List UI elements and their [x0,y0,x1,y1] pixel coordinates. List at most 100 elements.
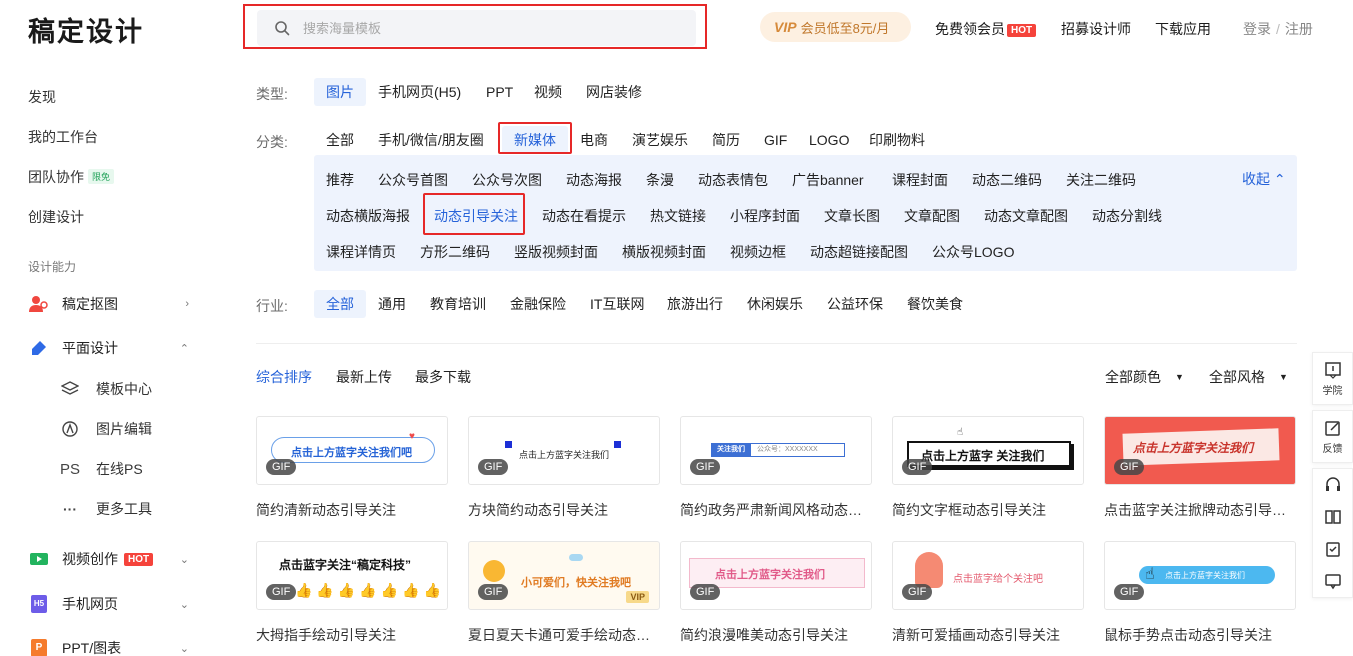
guide-book-button[interactable] [1313,501,1352,533]
feedback-button[interactable]: 反馈 [1312,410,1353,463]
message-button[interactable] [1313,565,1352,597]
type-chip-h5[interactable]: 手机网页(H5) [366,78,473,106]
template-card[interactable]: 点击上方蓝字关注我们吧 ♥ GIF 简约清新动态引导关注 [256,416,448,520]
sub-video-frame[interactable]: 视频边框 [730,242,786,262]
sub-square-qr[interactable]: 方形二维码 [420,242,490,262]
template-title[interactable]: 简约浪漫唯美动态引导关注 [680,625,872,645]
cat-chip-all[interactable]: 全部 [314,126,366,154]
template-card[interactable]: 关注我们 公众号：XXXXXXX GIF 简约政务严肃新闻风格动态引导关注 [680,416,872,520]
template-card[interactable]: 点击蓝字关注“稿定科技” 👍👍👍👍👍👍👍 GIF 大拇指手绘动引导关注 [256,541,448,645]
template-title[interactable]: 大拇指手绘动引导关注 [256,625,448,645]
template-card[interactable]: 点击上方蓝字关注我们 GIF 点击蓝字关注掀牌动态引导关注 [1104,416,1296,520]
sub-official-logo[interactable]: 公众号LOGO [932,242,1014,262]
template-thumbnail[interactable]: 关注我们 公众号：XXXXXXX GIF [680,416,872,485]
sidebar-item-create[interactable]: 创建设计 [28,207,84,227]
type-chip-ppt[interactable]: PPT [474,78,525,106]
industry-chip-it[interactable]: IT互联网 [578,290,656,318]
sub-official-cover[interactable]: 公众号首图 [378,170,448,190]
sub-dynamic-qr[interactable]: 动态二维码 [972,170,1042,190]
sub-article-image[interactable]: 文章配图 [904,206,960,226]
sub-course-detail[interactable]: 课程详情页 [326,242,396,262]
vip-promo-button[interactable]: VIP 会员低至8元/月 [760,12,911,42]
sub-horizontal-video-cover[interactable]: 横版视频封面 [622,242,706,262]
template-title[interactable]: 清新可爱插画动态引导关注 [892,625,1084,645]
color-dropdown[interactable]: 全部颜色 ▼ [1105,367,1184,387]
sub-dynamic-emoji[interactable]: 动态表情包 [698,170,768,190]
template-title[interactable]: 方块简约动态引导关注 [468,500,660,520]
sub-dynamic-poster[interactable]: 动态海报 [566,170,622,190]
cat-chip-entertainment[interactable]: 演艺娱乐 [620,126,700,154]
sidebar-item-h5[interactable]: H5 手机网页 ⌄ [28,592,193,616]
login-link[interactable]: 登录 [1243,21,1271,37]
industry-chip-welfare[interactable]: 公益环保 [815,290,895,318]
template-thumbnail[interactable]: 点击上方蓝字关注我们 GIF [680,541,872,610]
template-thumbnail[interactable]: 点击蓝字关注“稿定科技” 👍👍👍👍👍👍👍 GIF [256,541,448,610]
template-card[interactable]: 点击上方蓝字关注我们 GIF 简约浪漫唯美动态引导关注 [680,541,872,645]
industry-chip-food[interactable]: 餐饮美食 [895,290,975,318]
industry-chip-general[interactable]: 通用 [366,290,418,318]
template-thumbnail[interactable]: 点击蓝字给个关注吧 GIF [892,541,1084,610]
cat-chip-print[interactable]: 印刷物料 [857,126,937,154]
template-title[interactable]: 夏日夏天卡通可爱手绘动态引导关注 [468,625,660,645]
template-card[interactable]: 小可爱们，快关注我吧 VIP GIF 夏日夏天卡通可爱手绘动态引导关注 [468,541,660,645]
style-dropdown[interactable]: 全部风格 ▼ [1209,367,1288,387]
recruit-designer-link[interactable]: 招募设计师 [1061,19,1131,39]
sub-watching-tip[interactable]: 动态在看提示 [542,206,626,226]
template-title[interactable]: 简约政务严肃新闻风格动态引导关注 [680,500,872,520]
sub-hot-link[interactable]: 热文链接 [650,206,706,226]
template-thumbnail[interactable]: 小可爱们，快关注我吧 VIP GIF [468,541,660,610]
cat-chip-mobile[interactable]: 手机/微信/朋友圈 [366,126,496,154]
sub-vertical-video-cover[interactable]: 竖版视频封面 [514,242,598,262]
type-chip-video[interactable]: 视频 [522,78,574,106]
template-thumbnail[interactable]: 点击上方蓝字关注我们 ☝ GIF [1104,541,1296,610]
sort-latest[interactable]: 最新上传 [336,367,392,387]
cat-chip-resume[interactable]: 简历 [700,126,752,154]
register-link[interactable]: 注册 [1285,21,1313,37]
industry-chip-travel[interactable]: 旅游出行 [655,290,735,318]
industry-chip-finance[interactable]: 金融保险 [498,290,578,318]
type-chip-image[interactable]: 图片 [314,78,366,106]
sidebar-sub-more-tools[interactable]: ··· 更多工具 [60,499,152,519]
template-card[interactable]: 点击蓝字给个关注吧 GIF 清新可爱插画动态引导关注 [892,541,1084,645]
download-app-link[interactable]: 下载应用 [1155,19,1211,39]
task-button[interactable] [1313,533,1352,565]
industry-chip-all[interactable]: 全部 [314,290,366,318]
industry-chip-leisure[interactable]: 休闲娱乐 [735,290,815,318]
sort-most-downloads[interactable]: 最多下载 [415,367,471,387]
search-bar[interactable] [257,10,696,46]
sidebar-item-ppt[interactable]: P PPT/图表 ⌄ [28,636,193,656]
sub-long-image[interactable]: 文章长图 [824,206,880,226]
site-logo[interactable]: 稿定设计 [28,10,144,49]
template-title[interactable]: 鼠标手势点击动态引导关注 [1104,625,1296,645]
template-card[interactable]: 点击上方蓝字 关注我们 ☝ GIF 简约文字框动态引导关注 [892,416,1084,520]
search-input[interactable] [303,20,683,36]
sidebar-item-team[interactable]: 团队协作 限免 [28,167,115,187]
sub-recommend[interactable]: 推荐 [326,170,354,190]
collapse-button[interactable]: 收起 ⌃ [1242,169,1286,189]
cat-chip-ecommerce[interactable]: 电商 [568,126,620,154]
template-thumbnail[interactable]: 点击上方蓝字关注我们吧 ♥ GIF [256,416,448,485]
sidebar-sub-online-ps[interactable]: PS 在线PS [60,459,143,479]
customer-service-button[interactable] [1313,469,1352,501]
sub-miniprogram-cover[interactable]: 小程序封面 [730,206,800,226]
sidebar-item-cutout[interactable]: 稿定抠图 › [28,292,193,316]
template-thumbnail[interactable]: 点击上方蓝字关注我们 GIF [1104,416,1296,485]
sort-comprehensive[interactable]: 综合排序 [256,367,312,387]
sub-follow-qr[interactable]: 关注二维码 [1066,170,1136,190]
sub-dynamic-landscape-poster[interactable]: 动态横版海报 [326,206,410,226]
type-chip-shop[interactable]: 网店装修 [574,78,654,106]
sidebar-item-discover[interactable]: 发现 [28,87,56,107]
template-card[interactable]: 点击上方蓝字关注我们 ☝ GIF 鼠标手势点击动态引导关注 [1104,541,1296,645]
sub-dynamic-article-image[interactable]: 动态文章配图 [984,206,1068,226]
sidebar-sub-template-center[interactable]: 模板中心 [60,379,152,399]
free-member-link[interactable]: 免费领会员 HOT [935,19,1037,39]
sub-comic-strip[interactable]: 条漫 [646,170,674,190]
sub-ad-banner[interactable]: 广告banner [792,170,864,190]
template-card[interactable]: 点击上方蓝字关注我们 GIF 方块简约动态引导关注 [468,416,660,520]
template-title[interactable]: 简约清新动态引导关注 [256,500,448,520]
sidebar-item-video[interactable]: 视频创作 HOT ⌄ [28,547,193,571]
industry-chip-education[interactable]: 教育培训 [418,290,498,318]
template-title[interactable]: 简约文字框动态引导关注 [892,500,1084,520]
cat-chip-gif[interactable]: GIF [752,126,799,154]
school-button[interactable]: 学院 [1312,352,1353,405]
